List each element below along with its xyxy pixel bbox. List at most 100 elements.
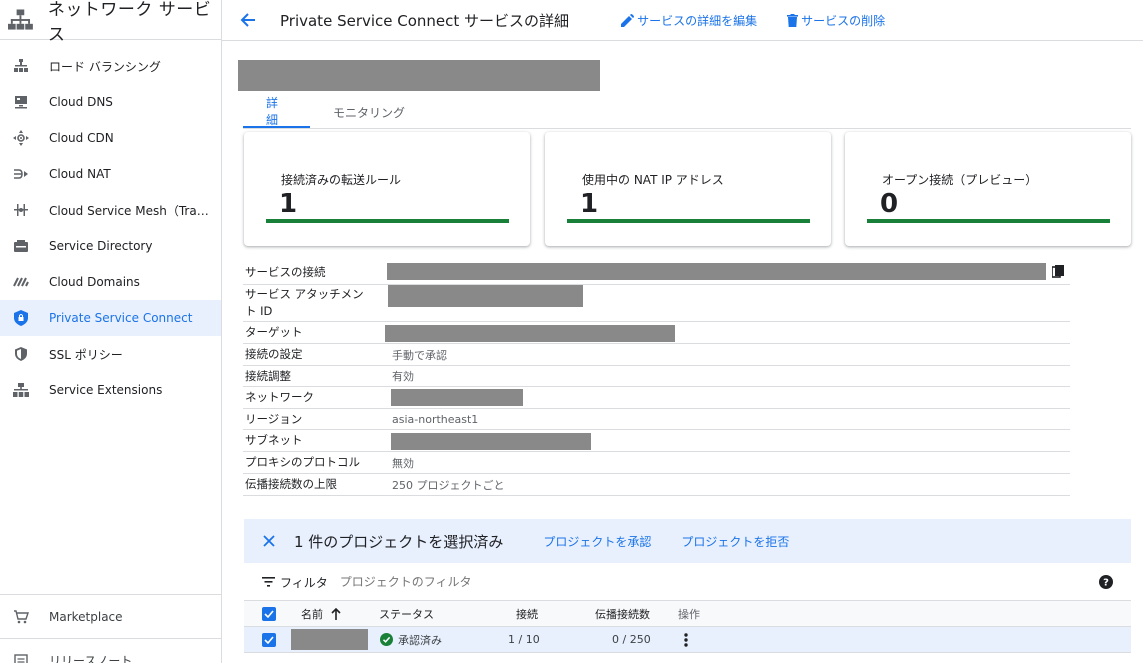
sidebar-item-label: Private Service Connect <box>49 311 193 325</box>
sidebar-item-release-notes[interactable]: リリースノート <box>0 638 221 663</box>
metric-card-nat-ip: 使用中の NAT IP アドレス 1 <box>545 132 831 246</box>
metric-card-forwarding-rules: 接続済みの転送ルール 1 <box>244 132 530 246</box>
selection-bar: 1 件のプロジェクトを選択済み プロジェクトを承認 プロジェクトを拒否 <box>244 519 1131 563</box>
sidebar-header: ネットワーク サービス <box>0 0 221 45</box>
sidebar-item-label: Marketplace <box>49 609 123 624</box>
reject-project-button[interactable]: プロジェクトを拒否 <box>681 533 789 550</box>
detail-key: リージョン <box>245 411 303 426</box>
metric-bar <box>867 219 1110 223</box>
detail-row-proxy-protocol: プロキシのプロトコル 無効 <box>243 452 1070 474</box>
sidebar-item-label: ロード バランシング <box>49 59 161 74</box>
detail-row-attachment-id: サービス アタッチメント ID <box>243 285 1070 322</box>
redacted-value <box>391 433 591 450</box>
project-name-redacted <box>291 629 368 650</box>
filter-label: フィルタ <box>280 575 328 590</box>
sidebar-item-load-balancing[interactable]: ロード バランシング <box>0 48 221 84</box>
metric-value: 1 <box>279 189 298 219</box>
sidebar-item-marketplace[interactable]: Marketplace <box>0 594 221 638</box>
close-icon[interactable] <box>259 531 279 551</box>
status-cell: 承認済み <box>380 627 442 652</box>
redacted-value <box>385 325 675 342</box>
sidebar-item-cloud-domains[interactable]: Cloud Domains <box>0 264 221 300</box>
detail-key: ターゲット <box>245 325 303 339</box>
detail-row-network: ネットワーク <box>243 387 1070 409</box>
metric-card-open-connections: オープン接続（プレビュー） 0 <box>845 132 1131 246</box>
notes-icon <box>13 653 29 663</box>
propagated-cell: 0 / 250 <box>612 633 651 646</box>
sidebar-item-service-mesh[interactable]: Cloud Service Mesh（Traffic Director） <box>0 192 221 228</box>
select-all-cell <box>262 601 276 626</box>
sidebar-item-cloud-cdn[interactable]: Cloud CDN <box>0 120 221 156</box>
trash-icon <box>787 13 799 27</box>
delete-service-label: サービスの削除 <box>801 13 886 28</box>
detail-key: ネットワーク <box>245 390 314 404</box>
metric-bar <box>266 219 509 223</box>
project-filter-input[interactable] <box>339 575 640 589</box>
detail-value: 有効 <box>392 370 414 383</box>
sidebar-item-private-service-connect[interactable]: Private Service Connect <box>0 300 221 336</box>
column-label: 名前 <box>301 607 323 621</box>
edit-service-label: サービスの詳細を編集 <box>637 13 758 28</box>
filter-icon[interactable] <box>262 577 275 587</box>
row-actions-menu[interactable] <box>684 627 688 652</box>
page-title: Private Service Connect サービスの詳細 <box>280 11 570 30</box>
copy-icon[interactable] <box>1051 265 1064 282</box>
sidebar-item-label: SSL ポリシー <box>49 347 123 362</box>
column-header-actions: 操作 <box>678 607 700 621</box>
metric-bar <box>567 219 810 223</box>
projects-table-header: 名前 ステータス 接続 伝播接続数 操作 <box>244 600 1131 627</box>
more-vert-icon <box>684 632 688 647</box>
dns-icon <box>13 94 29 110</box>
select-all-checkbox[interactable] <box>262 606 276 621</box>
detail-row-connection-adjustment: 接続調整 有効 <box>243 366 1070 387</box>
sidebar-item-ssl-policies[interactable]: SSL ポリシー <box>0 336 221 372</box>
detail-key: サービスの接続 <box>245 264 326 279</box>
detail-key: 接続調整 <box>245 368 291 383</box>
sort-arrow-up-icon <box>331 607 341 620</box>
detail-value: asia-northeast1 <box>392 412 479 426</box>
service-name-redacted <box>238 60 600 91</box>
sidebar-item-label: Service Directory <box>49 239 153 253</box>
sidebar-list: ロード バランシング Cloud DNS Cloud CDN Cloud NAT… <box>0 40 221 408</box>
detail-key: 伝播接続数の上限 <box>245 477 337 491</box>
check-circle-icon <box>380 633 393 646</box>
sidebar-item-label: リリースノート <box>49 654 133 663</box>
help-icon[interactable]: ? <box>1099 575 1113 592</box>
sidebar-item-label: Cloud CDN <box>49 131 114 145</box>
detail-row-service-connection: サービスの接続 <box>243 260 1070 285</box>
sidebar-item-service-extensions[interactable]: Service Extensions <box>0 372 221 408</box>
sidebar-item-label: Cloud DNS <box>49 95 113 109</box>
top-bar: Private Service Connect サービスの詳細 サービスの詳細を… <box>222 0 1143 41</box>
redacted-value <box>391 389 523 406</box>
column-header-name[interactable]: 名前 <box>301 601 341 626</box>
shield-lock-icon <box>13 310 29 326</box>
cart-icon <box>13 609 29 625</box>
sidebar-item-service-directory[interactable]: Service Directory <box>0 228 221 264</box>
connections-cell: 1 / 10 <box>508 633 540 646</box>
row-checkbox[interactable] <box>262 632 276 647</box>
redacted-value <box>387 263 1046 280</box>
metric-value: 0 <box>880 189 899 219</box>
details-table: サービスの接続 サービス アタッチメント ID ターゲット 接続の設定 手動で承… <box>243 260 1070 496</box>
back-arrow-icon[interactable] <box>238 10 258 30</box>
nat-icon <box>13 166 29 182</box>
extensions-icon <box>13 382 29 398</box>
cdn-icon <box>13 130 29 146</box>
sidebar-item-cloud-nat[interactable]: Cloud NAT <box>0 156 221 192</box>
tab-details[interactable]: 詳細 <box>243 96 310 128</box>
sidebar-item-cloud-dns[interactable]: Cloud DNS <box>0 84 221 120</box>
service-directory-icon <box>13 238 29 254</box>
tab-monitoring[interactable]: モニタリング <box>310 96 428 128</box>
sidebar-item-label: Cloud Domains <box>49 275 140 289</box>
sidebar-item-label: Cloud NAT <box>49 167 111 181</box>
approve-project-button[interactable]: プロジェクトを承認 <box>543 533 651 550</box>
domains-icon <box>13 274 29 290</box>
column-header-propagated: 伝播接続数 <box>595 607 650 621</box>
sidebar-item-label: Cloud Service Mesh（Traffic Director） <box>49 203 209 218</box>
delete-service-button[interactable]: サービスの削除 <box>787 12 885 29</box>
detail-row-region: リージョン asia-northeast1 <box>243 409 1070 430</box>
metric-label: 接続済みの転送ルール <box>281 173 402 187</box>
edit-service-button[interactable]: サービスの詳細を編集 <box>621 12 757 29</box>
load-balancing-icon <box>13 58 29 74</box>
row-select-cell <box>262 627 276 652</box>
